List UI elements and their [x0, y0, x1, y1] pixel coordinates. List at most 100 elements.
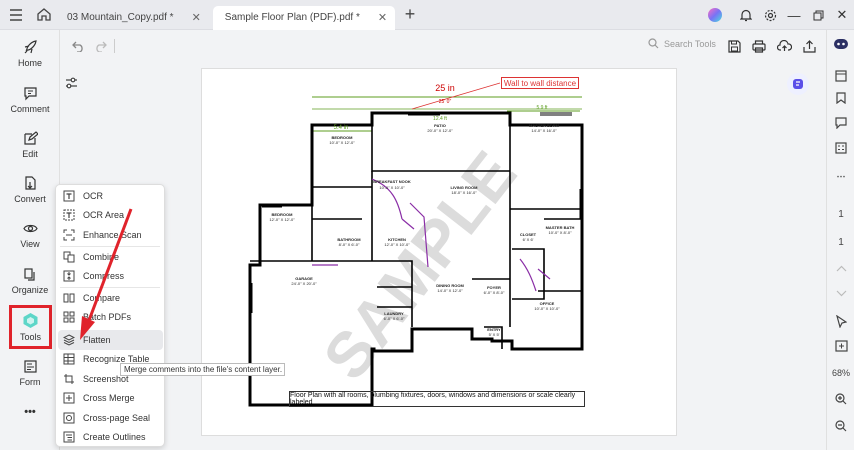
save-icon[interactable]	[723, 35, 745, 57]
floor-plan-caption: Floor Plan with all rooms, plumbing fixt…	[289, 391, 585, 407]
tab-sample-floor-plan[interactable]: Sample Floor Plan (PDF).pdf * ✕	[212, 5, 396, 30]
hamburger-menu-icon[interactable]	[5, 4, 27, 26]
zoom-out-icon[interactable]	[827, 416, 854, 436]
cross-page-seal-icon	[62, 411, 75, 424]
comment-icon	[23, 87, 37, 101]
menu-item-label: Enhance Scan	[83, 229, 142, 240]
menu-item-label: OCR	[83, 190, 103, 201]
comments-panel-icon[interactable]	[827, 113, 854, 133]
svg-text:20'-0" X 12'-0": 20'-0" X 12'-0"	[427, 128, 453, 133]
sidebar-item-tools[interactable]: Tools	[9, 305, 52, 349]
more-icon[interactable]: •••	[0, 404, 60, 420]
cross-merge-icon	[62, 392, 75, 405]
svg-text:6' X 6': 6' X 6'	[523, 237, 534, 242]
page-number[interactable]: 1	[827, 204, 854, 224]
menu-item-batch-pdfs[interactable]: Batch PDFs	[58, 308, 163, 328]
sidebar-item-label: Comment	[10, 104, 50, 114]
form-fields-icon[interactable]	[827, 138, 854, 158]
menu-item-ocr[interactable]: OCR	[58, 186, 163, 206]
svg-text:6'-0" X 8'-0": 6'-0" X 8'-0"	[484, 290, 505, 295]
sidebar-item-edit[interactable]: Edit	[0, 123, 60, 167]
watermark: SAMPLE	[309, 138, 530, 392]
sidebar-item-convert[interactable]: Convert	[0, 168, 60, 212]
ai-chat-icon[interactable]	[787, 73, 809, 95]
svg-text:6'-0" X 6'-0": 6'-0" X 6'-0"	[384, 316, 405, 321]
svg-text:BREAKFAST NOOK: BREAKFAST NOOK	[373, 179, 411, 184]
svg-text:18'-0" X 16'-0": 18'-0" X 16'-0"	[451, 190, 477, 195]
gear-icon[interactable]	[758, 0, 782, 30]
more-options-icon[interactable]: ⋯	[827, 166, 854, 186]
toolbar-divider	[114, 39, 115, 53]
eye-icon	[22, 224, 38, 233]
menu-item-label: Compress	[83, 271, 125, 282]
menu-item-compare[interactable]: Compare	[58, 288, 163, 308]
sidebar-item-label: Organize	[11, 285, 49, 295]
menu-item-cross-merge[interactable]: Cross Merge	[58, 389, 163, 409]
minimize-icon[interactable]: —	[782, 0, 806, 30]
zoom-in-icon[interactable]	[827, 389, 854, 409]
menu-item-cross-page-seal[interactable]: Cross-page Seal	[58, 408, 163, 428]
chevron-down-icon[interactable]	[827, 283, 854, 303]
sidebar-item-form[interactable]: Form	[0, 351, 60, 395]
sidebar-item-organize[interactable]: Organize	[0, 259, 60, 303]
avatar[interactable]	[708, 8, 722, 22]
flatten-icon	[62, 333, 75, 346]
share-icon[interactable]	[798, 35, 820, 57]
print-icon[interactable]	[748, 35, 770, 57]
search-tools[interactable]: Search Tools	[648, 38, 716, 49]
svg-text:14'-0" X 16'-0": 14'-0" X 16'-0"	[531, 128, 557, 133]
search-placeholder: Search Tools	[664, 38, 716, 49]
edit-icon	[23, 131, 38, 145]
ai-assistant-icon[interactable]	[827, 34, 854, 54]
fit-page-icon[interactable]	[827, 336, 854, 356]
tab-mountain-copy[interactable]: 03 Mountain_Copy.pdf * ✕	[59, 6, 209, 30]
document-canvas[interactable]: SAMPLE 25 in 25' 0" 12.4 ft 5.4 in 5.9 f…	[60, 62, 826, 450]
select-cursor-icon[interactable]	[827, 311, 854, 331]
rocket-icon	[24, 40, 37, 54]
screenshot-icon	[62, 372, 75, 385]
redo-icon[interactable]	[89, 35, 111, 57]
right-sidebar: ⋯ 1 1 68%	[826, 30, 854, 450]
menu-item-ocr-area[interactable]: OCR Area	[58, 206, 163, 226]
close-tab-icon[interactable]: ✕	[378, 11, 387, 24]
total-pages: 1	[838, 236, 844, 248]
tab-label: Sample Floor Plan (PDF).pdf *	[224, 12, 360, 23]
menu-item-enhance-scan[interactable]: Enhance Scan	[58, 225, 163, 245]
sidebar-item-view[interactable]: View	[0, 213, 60, 257]
home-icon[interactable]	[33, 4, 55, 26]
pdf-page[interactable]: SAMPLE 25 in 25' 0" 12.4 ft 5.4 in 5.9 f…	[201, 68, 677, 436]
close-tab-icon[interactable]: ✕	[192, 11, 201, 24]
undo-icon[interactable]	[67, 35, 89, 57]
form-icon	[23, 360, 37, 373]
bell-icon[interactable]	[734, 0, 758, 30]
search-icon	[648, 38, 659, 49]
menu-item-compress[interactable]: Compress	[58, 267, 163, 287]
batch-pdfs-icon	[62, 311, 75, 324]
zoom-level[interactable]: 68%	[827, 363, 854, 383]
sidebar-item-home[interactable]: Home	[0, 32, 60, 76]
wall-distance-callout[interactable]: Wall to wall distance	[501, 77, 579, 89]
menu-item-label: Flatten	[83, 334, 111, 345]
menu-item-create-outlines[interactable]: Create Outlines	[58, 428, 163, 448]
main-toolbar: Search Tools	[60, 30, 826, 62]
chevron-up-icon[interactable]	[827, 258, 854, 278]
menu-item-label: Create Outlines	[83, 432, 146, 443]
filter-settings-icon[interactable]	[61, 73, 81, 93]
cloud-upload-icon[interactable]	[773, 35, 795, 57]
new-tab-icon[interactable]: +	[399, 4, 421, 26]
bookmark-icon[interactable]	[827, 88, 854, 108]
menu-item-flatten[interactable]: Flatten	[58, 330, 163, 350]
thumbnails-icon[interactable]	[827, 66, 854, 86]
restore-icon[interactable]	[806, 0, 830, 30]
sidebar-item-label: Home	[17, 58, 42, 68]
flatten-tooltip: Merge comments into the file's content l…	[120, 363, 285, 376]
close-window-icon[interactable]: ✕	[830, 0, 854, 30]
sidebar-item-comment[interactable]: Comment	[0, 78, 60, 122]
svg-text:10'-0" X 10'-0": 10'-0" X 10'-0"	[534, 306, 560, 311]
tab-label: 03 Mountain_Copy.pdf *	[67, 12, 174, 23]
svg-text:5.4 in: 5.4 in	[334, 125, 349, 131]
menu-item-combine[interactable]: Combine	[58, 247, 163, 267]
svg-text:14'-0" X 12'-0": 14'-0" X 12'-0"	[437, 288, 463, 293]
svg-text:5' X 5': 5' X 5'	[489, 332, 500, 337]
svg-text:10'-0" X 10'-0": 10'-0" X 10'-0"	[379, 185, 405, 190]
